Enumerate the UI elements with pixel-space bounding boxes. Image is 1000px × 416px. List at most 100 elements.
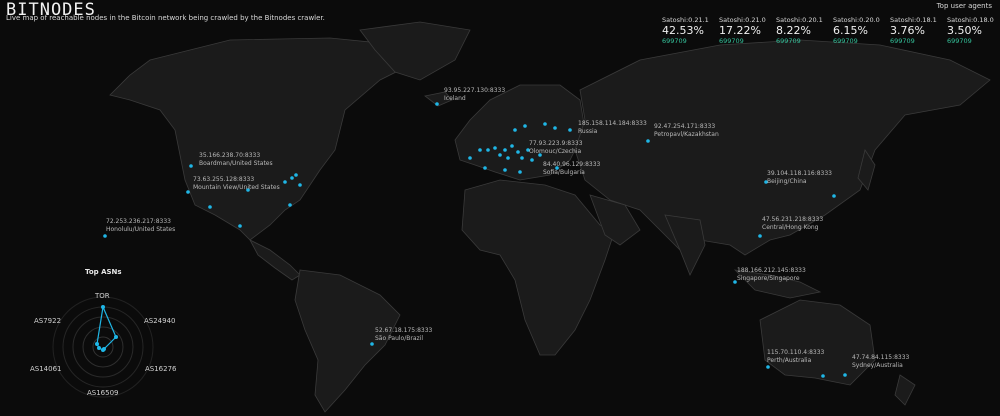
node-label-singapore[interactable]: 188.166.212.145:8333 Singapore/Singapore [737, 267, 806, 283]
node-dot [646, 139, 650, 143]
node-label-beijing[interactable]: 39.104.118.116:8333 Beijing/China [767, 170, 832, 186]
node-label-bulgaria[interactable]: 84.40.96.129:8333 Sofia/Bulgaria [543, 161, 600, 177]
asn-label-as16276: AS16276 [145, 365, 177, 373]
user-agent-name: Satoshi:0.20.0 [833, 16, 880, 24]
node-dot [288, 203, 292, 207]
node-ip: 47.56.231.218:8333 [762, 216, 824, 223]
node-dot [486, 148, 490, 152]
node-location: Central/Hong Kong [762, 224, 819, 231]
node-dot [520, 156, 524, 160]
asn-label-as7922: AS7922 [34, 317, 62, 325]
node-dot [516, 150, 520, 154]
asn-label-tor: TOR [95, 292, 110, 300]
node-ip: 47.74.84.115:8333 [852, 354, 910, 361]
asn-point [101, 348, 105, 352]
user-agent-name: Satoshi:0.21.1 [662, 16, 709, 24]
node-dot [283, 180, 287, 184]
node-ip: 84.40.96.129:8333 [543, 161, 601, 168]
user-agent-height: 699709 [776, 37, 801, 45]
node-dot [821, 374, 825, 378]
node-label-mountain-view[interactable]: 73.63.255.128:8333 Mountain View/United … [193, 176, 280, 192]
asn-point [97, 346, 101, 350]
user-agent-height: 699709 [890, 37, 915, 45]
node-ip: 185.158.114.184:8333 [578, 120, 647, 127]
node-dot [498, 153, 502, 157]
asn-point [114, 335, 118, 339]
node-location: Perth/Australia [767, 357, 812, 364]
node-dot [186, 190, 190, 194]
node-dot [103, 234, 107, 238]
node-label-sao-paulo[interactable]: 52.67.18.175:8333 São Paulo/Brazil [375, 327, 432, 343]
user-agent-height: 699709 [662, 37, 687, 45]
user-agent-percent: 17.22% [719, 24, 761, 37]
user-agent-percent: 3.50% [947, 24, 982, 37]
node-location: Beijing/China [767, 178, 807, 185]
user-agent-item: Satoshi:0.21.0 17.22% 699709 [719, 16, 776, 45]
node-label-perth[interactable]: 115.70.110.4:8333 Perth/Australia [767, 349, 824, 365]
user-agent-item: Satoshi:0.18.1 3.76% 699709 [890, 16, 947, 45]
node-label-kazakhstan[interactable]: 92.47.254.171:8333 Petropavl/Kazakhstan [654, 123, 719, 139]
node-label-russia[interactable]: 185.158.114.184:8333 Russia [578, 120, 647, 136]
node-dot [468, 156, 472, 160]
node-dot [503, 148, 507, 152]
asn-label-as16509: AS16509 [87, 389, 119, 397]
node-dot [238, 224, 242, 228]
node-dot [294, 173, 298, 177]
world-map [0, 0, 1000, 416]
node-location: Mountain View/United States [193, 184, 280, 191]
node-location: Singapore/Singapore [737, 275, 800, 282]
node-location: Russia [578, 128, 598, 135]
node-dot [503, 168, 507, 172]
user-agent-percent: 6.15% [833, 24, 868, 37]
node-label-boardman[interactable]: 35.166.238.70:8333 Boardman/United State… [199, 152, 273, 168]
node-location: Iceland [444, 95, 466, 102]
asn-point [101, 305, 105, 309]
user-agent-item: Satoshi:0.18.0 3.50% 699709 [947, 16, 1000, 45]
node-dot [832, 194, 836, 198]
node-dot [435, 102, 439, 106]
node-ip: 188.166.212.145:8333 [737, 267, 806, 274]
node-dot [189, 164, 193, 168]
user-agent-name: Satoshi:0.18.0 [947, 16, 994, 24]
node-location: Petropavl/Kazakhstan [654, 131, 719, 138]
page-subtitle: Live map of reachable nodes in the Bitco… [6, 14, 325, 22]
user-agent-height: 699709 [947, 37, 972, 45]
node-dot [553, 126, 557, 130]
node-dot [568, 128, 572, 132]
node-label-czechia[interactable]: 77.93.223.9:8333 Olomouc/Czechia [529, 140, 583, 156]
node-ip: 93.95.227.130:8333 [444, 87, 506, 94]
user-agent-item: Satoshi:0.20.0 6.15% 699709 [833, 16, 890, 45]
user-agent-height: 699709 [719, 37, 744, 45]
node-label-honolulu[interactable]: 72.253.236.217:8333 Honolulu/United Stat… [106, 218, 175, 234]
asn-label-as14061: AS14061 [30, 365, 62, 373]
node-location: Sydney/Australia [852, 362, 903, 369]
node-ip: 115.70.110.4:8333 [767, 349, 825, 356]
node-dot [758, 234, 762, 238]
node-dot [493, 146, 497, 150]
top-user-agents-title: Top user agents [936, 2, 992, 10]
node-dot [290, 176, 294, 180]
user-agent-name: Satoshi:0.18.1 [890, 16, 937, 24]
node-ip: 39.104.118.116:8333 [767, 170, 833, 177]
asn-chart-title: Top ASNs [85, 268, 122, 276]
asn-point [95, 342, 99, 346]
node-dot [370, 342, 374, 346]
user-agent-height: 699709 [833, 37, 858, 45]
node-dot [530, 158, 534, 162]
node-dot [518, 170, 522, 174]
node-dot [513, 128, 517, 132]
node-label-iceland[interactable]: 93.95.227.130:8333 Iceland [444, 87, 505, 103]
node-dot [298, 183, 302, 187]
node-ip: 72.253.236.217:8333 [106, 218, 172, 225]
user-agent-name: Satoshi:0.20.1 [776, 16, 823, 24]
user-agent-percent: 8.22% [776, 24, 811, 37]
node-dot [523, 124, 527, 128]
node-dot [766, 365, 770, 369]
node-dot [543, 122, 547, 126]
node-dot [483, 166, 487, 170]
node-label-sydney[interactable]: 47.74.84.115:8333 Sydney/Australia [852, 354, 909, 370]
node-label-hong-kong[interactable]: 47.56.231.218:8333 Central/Hong Kong [762, 216, 823, 232]
user-agent-percent: 42.53% [662, 24, 704, 37]
node-ip: 35.166.238.70:8333 [199, 152, 261, 159]
node-ip: 73.63.255.128:8333 [193, 176, 255, 183]
